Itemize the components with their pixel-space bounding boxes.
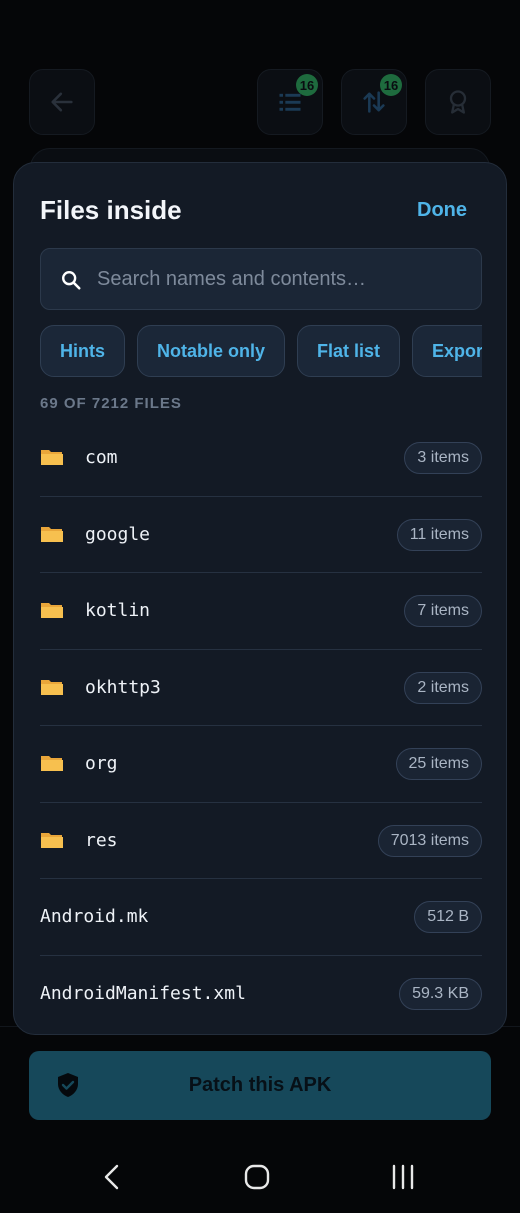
size-badge: 512 B [414, 901, 482, 933]
list-item[interactable]: org 25 items [40, 726, 482, 803]
nav-home-button[interactable] [237, 1160, 277, 1194]
list-item[interactable]: AndroidManifest.xml 59.3 KB [40, 956, 482, 1033]
list-item[interactable]: google 11 items [40, 497, 482, 573]
home-nav-icon [244, 1164, 270, 1190]
search-input[interactable] [97, 249, 467, 309]
folder-icon [41, 603, 63, 618]
search-box[interactable] [40, 248, 482, 310]
chip-flat-list[interactable]: Flat list [297, 325, 401, 377]
list-item[interactable]: kotlin 7 items [40, 573, 482, 650]
size-badge: 7 items [404, 595, 482, 627]
file-name: Android.mk [40, 906, 149, 927]
file-count-label: 69 OF 7212 FILES [40, 395, 182, 412]
back-button[interactable] [29, 69, 95, 135]
file-name: google [85, 523, 151, 545]
sheet-title: Files inside [40, 195, 182, 225]
size-badge: 7013 items [377, 824, 482, 857]
folder-icon [41, 756, 63, 771]
file-name: AndroidManifest.xml [40, 982, 246, 1004]
list-item[interactable]: Android.mk 512 B [40, 879, 482, 956]
certificate-button[interactable] [425, 69, 491, 135]
nav-back-button[interactable] [92, 1160, 132, 1194]
files-sheet: Files inside Done HintsNotable onlyFlat … [13, 162, 507, 1035]
file-name: org [85, 753, 118, 774]
chip-hints[interactable]: Hints [40, 325, 125, 377]
file-name: kotlin [85, 600, 151, 621]
arrow-left-icon [51, 92, 73, 112]
folder-icon [41, 526, 63, 542]
patch-apk-button[interactable]: Patch this APK [29, 1051, 491, 1120]
done-button[interactable]: Done [417, 199, 467, 222]
folder-icon [41, 832, 63, 848]
nav-recents-button[interactable] [383, 1160, 423, 1194]
sort-button[interactable]: 16 [341, 69, 407, 135]
award-icon [449, 90, 467, 114]
recents-nav-icon [392, 1164, 414, 1190]
list-item[interactable]: res 7013 items [40, 803, 482, 879]
back-nav-icon [104, 1164, 119, 1190]
filters-button[interactable]: 16 [257, 69, 323, 135]
filter-chips: HintsNotable onlyFlat listExport [40, 325, 482, 379]
search-icon [62, 271, 81, 290]
patch-apk-label: Patch this APK [188, 1074, 332, 1096]
system-nav-bar [0, 1140, 520, 1213]
file-name: okhttp3 [85, 676, 161, 698]
chip-export[interactable]: Export [412, 325, 482, 377]
list-item[interactable]: okhttp3 2 items [40, 650, 482, 726]
filters-count-badge: 16 [296, 74, 318, 96]
chip-notable-only[interactable]: Notable only [137, 325, 286, 377]
file-list: com 3 items google 11 items kotlin 7 ite… [40, 420, 482, 1032]
size-badge: 3 items [404, 442, 482, 474]
folder-icon [41, 679, 63, 695]
folder-icon [41, 450, 63, 465]
size-badge: 11 items [396, 518, 482, 551]
file-name: com [85, 447, 118, 468]
sort-count-badge: 16 [380, 74, 402, 96]
file-name: res [85, 829, 118, 851]
size-badge: 25 items [395, 748, 482, 780]
list-item[interactable]: com 3 items [40, 420, 482, 497]
size-badge: 2 items [404, 671, 482, 704]
shield-check-icon [58, 1073, 78, 1097]
size-badge: 59.3 KB [399, 977, 482, 1010]
